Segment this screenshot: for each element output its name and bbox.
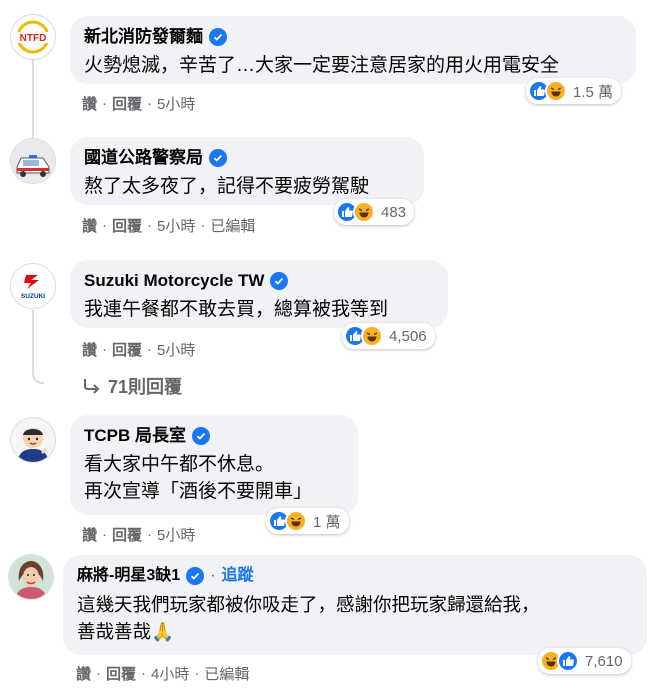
like-link[interactable]: 讚 — [82, 215, 97, 236]
reply-link[interactable]: 回覆 — [112, 93, 142, 114]
woman-portrait-icon — [9, 555, 53, 599]
comment-actions: 讚 · 回覆 · 5小時 — [82, 93, 196, 114]
timestamp[interactable]: 5小時 — [157, 93, 195, 114]
comment-bubble: 新北消防發爾麵 火勢熄滅，辛苦了…大家一定要注意居家的用火用電安全 — [70, 16, 636, 84]
timestamp[interactable]: 5小時 — [157, 339, 195, 360]
timestamp[interactable]: 5小時 — [157, 524, 195, 545]
replies-count-text[interactable]: 71則回覆 — [108, 373, 182, 399]
reaction-count: 1.5 萬 — [573, 83, 614, 101]
edited-label[interactable]: 已編輯 — [210, 215, 255, 236]
reply-link[interactable]: 回覆 — [112, 215, 142, 236]
verified-badge-icon — [192, 427, 210, 445]
like-link[interactable]: 讚 — [76, 663, 91, 684]
ntfd-badge-text: NTFD — [20, 33, 47, 44]
officer-cartoon-icon — [11, 418, 55, 462]
reaction-summary[interactable]: 7,610 — [538, 648, 631, 674]
haha-reaction-icon — [285, 510, 307, 532]
view-replies-link[interactable]: 71則回覆 — [82, 373, 182, 399]
reply-link[interactable]: 回覆 — [106, 663, 136, 684]
reaction-summary[interactable]: 4,506 — [342, 323, 435, 349]
comment-text-line: 善哉善哉🙏 — [77, 621, 175, 642]
comment-text: 看大家中午都不休息。 再次宣導「酒後不要開車」 — [84, 451, 344, 505]
author-name[interactable]: 新北消防發爾麵 — [84, 26, 622, 48]
author-name[interactable]: 麻將-明星3缺1 · 追蹤 — [77, 565, 633, 587]
like-link[interactable]: 讚 — [82, 93, 97, 114]
comment-actions: 讚 · 回覆 · 5小時 — [82, 524, 196, 545]
thread-line — [32, 310, 44, 384]
comment-text-line: 再次宣導「酒後不要開車」 — [84, 481, 313, 502]
reply-link[interactable]: 回覆 — [112, 524, 142, 545]
police-car-icon — [11, 139, 55, 183]
comment-actions: 讚 · 回覆 · 4小時 · 已編輯 — [76, 663, 250, 684]
comment-text-line: 火勢熄滅，辛苦了…大家一定要注意居家的用火用電安全 — [84, 55, 560, 76]
avatar[interactable] — [10, 417, 56, 463]
author-name-text[interactable]: 新北消防發爾麵 — [84, 26, 203, 48]
reaction-count: 7,610 — [585, 652, 623, 670]
author-name-text[interactable]: 麻將-明星3缺1 — [77, 565, 180, 587]
like-link[interactable]: 讚 — [82, 339, 97, 360]
comment-text-line: 熬了太多夜了，記得不要疲勞駕駛 — [84, 176, 370, 197]
reaction-count: 483 — [381, 203, 407, 221]
comment-bubble: 麻將-明星3缺1 · 追蹤 這幾天我們玩家都被你吸走了，感謝你把玩家歸還給我， … — [63, 555, 647, 655]
suzuki-logo-icon: SUZUKI — [11, 264, 55, 308]
thread-line-top — [32, 60, 34, 140]
comment-bubble: TCPB 局長室 看大家中午都不休息。 再次宣導「酒後不要開車」 — [70, 415, 358, 515]
comment-actions: 讚 · 回覆 · 5小時 · 已編輯 — [82, 215, 256, 236]
author-name[interactable]: TCPB 局長室 — [84, 425, 344, 447]
timestamp[interactable]: 4小時 — [151, 663, 189, 684]
avatar[interactable] — [10, 138, 56, 184]
verified-badge-icon — [186, 567, 205, 585]
ntfd-logo-icon: NTFD — [12, 16, 54, 58]
like-link[interactable]: 讚 — [82, 524, 97, 545]
avatar[interactable]: NTFD — [10, 14, 56, 60]
author-name-text[interactable]: TCPB 局長室 — [84, 425, 186, 447]
comment-text: 這幾天我們玩家都被你吸走了，感謝你把玩家歸還給我， 善哉善哉🙏 — [77, 591, 633, 645]
author-name[interactable]: Suzuki Motorcycle TW — [84, 270, 434, 292]
comment-text-line: 這幾天我們玩家都被你吸走了，感謝你把玩家歸還給我， — [77, 594, 540, 615]
comment-bubble: Suzuki Motorcycle TW 我連午餐都不敢去買，總算被我等到 — [70, 260, 448, 328]
reaction-summary[interactable]: 1.5 萬 — [526, 78, 622, 104]
verified-badge-icon — [270, 272, 289, 290]
haha-reaction-icon — [353, 201, 375, 223]
edited-label[interactable]: 已編輯 — [204, 663, 249, 684]
verified-badge-icon — [209, 28, 227, 46]
author-name-text[interactable]: Suzuki Motorcycle TW — [84, 270, 264, 292]
follow-button[interactable]: 追蹤 — [221, 565, 253, 587]
reaction-count: 4,506 — [389, 327, 427, 345]
haha-reaction-icon — [361, 325, 383, 347]
comment-text-line: 我連午餐都不敢去買，總算被我等到 — [84, 299, 389, 320]
comment-text: 火勢熄滅，辛苦了…大家一定要注意居家的用火用電安全 — [84, 52, 622, 79]
reaction-summary[interactable]: 1 萬 — [266, 508, 349, 534]
reaction-summary[interactable]: 483 — [334, 199, 415, 225]
comment-text-line: 看大家中午都不休息。 — [84, 454, 275, 475]
author-name-text[interactable]: 國道公路警察局 — [84, 147, 203, 169]
verified-badge-icon — [209, 149, 227, 167]
like-reaction-icon — [557, 650, 579, 672]
haha-reaction-icon — [545, 80, 567, 102]
comment-text: 我連午餐都不敢去買，總算被我等到 — [84, 296, 434, 323]
reply-link[interactable]: 回覆 — [112, 339, 142, 360]
suzuki-logo-text: SUZUKI — [21, 293, 45, 300]
reaction-count: 1 萬 — [313, 513, 341, 531]
reply-arrow-icon — [84, 379, 100, 394]
comment-text: 熬了太多夜了，記得不要疲勞駕駛 — [84, 173, 410, 200]
comment-actions: 讚 · 回覆 · 5小時 — [82, 339, 196, 360]
avatar[interactable]: SUZUKI — [10, 263, 56, 309]
author-name[interactable]: 國道公路警察局 — [84, 147, 410, 169]
timestamp[interactable]: 5小時 — [157, 215, 195, 236]
avatar[interactable] — [8, 554, 54, 600]
comment-bubble: 國道公路警察局 熬了太多夜了，記得不要疲勞駕駛 — [70, 137, 424, 205]
